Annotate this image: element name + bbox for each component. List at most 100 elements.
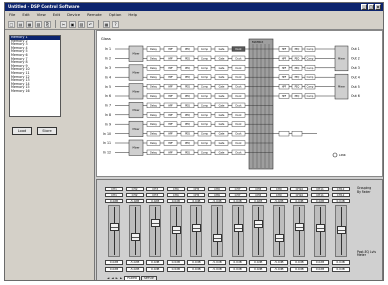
dsp-block-label: HPF: [168, 104, 173, 107]
close-button[interactable]: x: [375, 4, 381, 10]
tab-scroll-arrow-icon[interactable]: ◄: [107, 277, 109, 280]
fader-track[interactable]: [334, 205, 347, 257]
signal-flow-diagram: Glass MATRIX In 1 Delay HPF PEQ Comp Gate Duck In…: [101, 37, 360, 170]
toolbar-button[interactable]: ⎘: [44, 20, 51, 28]
menu-item[interactable]: Device: [67, 13, 80, 17]
channel-mute-button[interactable]: CH5: [187, 193, 206, 197]
dsp-block-label: Duck: [235, 48, 242, 51]
menu-item[interactable]: Remote: [87, 13, 102, 17]
toolbar-button[interactable]: ↶: [87, 20, 94, 28]
dsp-block-label: PEQ: [185, 57, 190, 60]
load-button[interactable]: Load: [12, 127, 32, 135]
fader-track[interactable]: [190, 205, 203, 257]
fader-knob[interactable]: [316, 223, 325, 232]
output-label: Out 2: [351, 57, 360, 61]
aux-dsp-block[interactable]: [291, 130, 303, 137]
toolbar-button[interactable]: ?: [112, 20, 119, 28]
fader-knob[interactable]: [254, 220, 264, 229]
tab-scroll-arrow-icon[interactable]: ◄: [111, 277, 113, 280]
menu-item[interactable]: Help: [128, 13, 137, 17]
toolbar-button[interactable]: ▦: [26, 20, 33, 28]
channel-mute-button[interactable]: CH4: [166, 193, 185, 197]
preset-list[interactable]: Memory 1 Memory 2 Memory 3 Memory 4 Memory 5…: [9, 35, 61, 117]
menu-item[interactable]: Option: [109, 13, 122, 17]
tab-scroll-arrow-icon[interactable]: ►: [116, 277, 118, 280]
dsp-block-label: HPF: [168, 95, 173, 98]
channel-name: CH12: [331, 187, 350, 191]
aux-dsp-block[interactable]: [278, 130, 290, 137]
output-dsp-label: HPF: [282, 86, 287, 89]
fader-level-readout: 0.0dB: [228, 267, 247, 272]
channel-mute-button[interactable]: CH6: [208, 193, 226, 197]
toolbar-button[interactable]: ▧: [78, 20, 85, 28]
channel-mute-button[interactable]: CH2: [125, 193, 144, 197]
fader-knob[interactable]: [192, 223, 202, 232]
fader-track[interactable]: [128, 205, 141, 257]
fader-knob[interactable]: [151, 218, 161, 227]
dsp-block-label: PEQ: [185, 142, 190, 145]
fader-knob[interactable]: [171, 225, 181, 234]
preset-item[interactable]: Memory 16: [10, 89, 60, 94]
fader-slot: [134, 207, 136, 255]
fader-track[interactable]: [252, 205, 265, 257]
maximize-button[interactable]: □: [368, 4, 374, 10]
toolbar-button[interactable]: ✂: [60, 20, 67, 28]
menu-item[interactable]: Edit: [53, 13, 60, 17]
fader-knob[interactable]: [336, 225, 346, 234]
channel-mute-button[interactable]: CH9: [269, 193, 288, 197]
tab-fader[interactable]: FADER: [124, 276, 141, 280]
toolbar-button[interactable]: □: [8, 20, 15, 28]
output-dsp-label: HPF: [282, 67, 287, 70]
menu-item[interactable]: File: [9, 13, 15, 17]
fader-knob[interactable]: [110, 222, 119, 231]
fader-knob[interactable]: [295, 222, 305, 231]
dsp-block-label: HPF: [168, 86, 173, 89]
toolbar-button[interactable]: ▣: [69, 20, 76, 28]
fader-knob[interactable]: [130, 233, 140, 242]
fader-track[interactable]: [272, 205, 285, 257]
fader-slot: [155, 207, 157, 255]
dsp-block-label: Gate: [219, 114, 225, 117]
toolbar-button[interactable]: ▧: [35, 20, 42, 28]
channel-mute-button[interactable]: CH3: [146, 193, 165, 197]
dsp-block-label: Gate: [219, 67, 225, 70]
fader-knob[interactable]: [274, 234, 284, 243]
fader-track[interactable]: [314, 205, 326, 257]
minimize-button[interactable]: _: [361, 4, 367, 10]
fader-track[interactable]: [231, 205, 244, 257]
output-dsp-label: Comp: [307, 86, 314, 89]
input-label: In 1: [105, 47, 111, 51]
link-indicator-icon[interactable]: [332, 152, 338, 158]
input-label: In 6: [105, 94, 111, 98]
menu-item[interactable]: Edit: [22, 13, 29, 17]
dsp-block-label: Gate: [219, 104, 225, 107]
dsp-block-label: Comp: [201, 86, 208, 89]
channel-mode-label: 0.0dB: [105, 199, 123, 203]
tab-setup[interactable]: SETUP: [141, 276, 157, 280]
toolbar-button[interactable]: ▦: [103, 20, 110, 28]
dsp-block-label: Gate: [219, 57, 225, 60]
channel-mute-button[interactable]: CH10: [290, 193, 309, 197]
channel-name: CH1: [105, 187, 123, 191]
menu-item[interactable]: View: [37, 13, 46, 17]
channel-name: CH4: [166, 187, 185, 191]
channel-mute-button[interactable]: CH7: [228, 193, 247, 197]
fader-track[interactable]: [169, 205, 182, 257]
channel-mute-button[interactable]: CH8: [249, 193, 268, 197]
dsp-block-label: Delay: [150, 95, 157, 98]
fader-track[interactable]: [211, 205, 223, 257]
channel-mute-button[interactable]: CH12: [331, 193, 350, 197]
fader-knob[interactable]: [233, 223, 243, 232]
fader-slot: [258, 207, 260, 255]
input-mixer-label: Mixer: [132, 71, 140, 75]
fader-knob[interactable]: [213, 234, 222, 243]
input-label: In 12: [103, 151, 111, 155]
fader-track[interactable]: [149, 205, 162, 257]
store-button[interactable]: Store: [37, 127, 57, 135]
fader-track[interactable]: [293, 205, 306, 257]
fader-track[interactable]: [108, 205, 120, 257]
channel-mute-button[interactable]: CH1: [105, 193, 123, 197]
tab-scroll-arrow-icon[interactable]: ►: [120, 277, 122, 280]
channel-mute-button[interactable]: CH11: [311, 193, 329, 197]
toolbar-button[interactable]: ▤: [17, 20, 24, 28]
